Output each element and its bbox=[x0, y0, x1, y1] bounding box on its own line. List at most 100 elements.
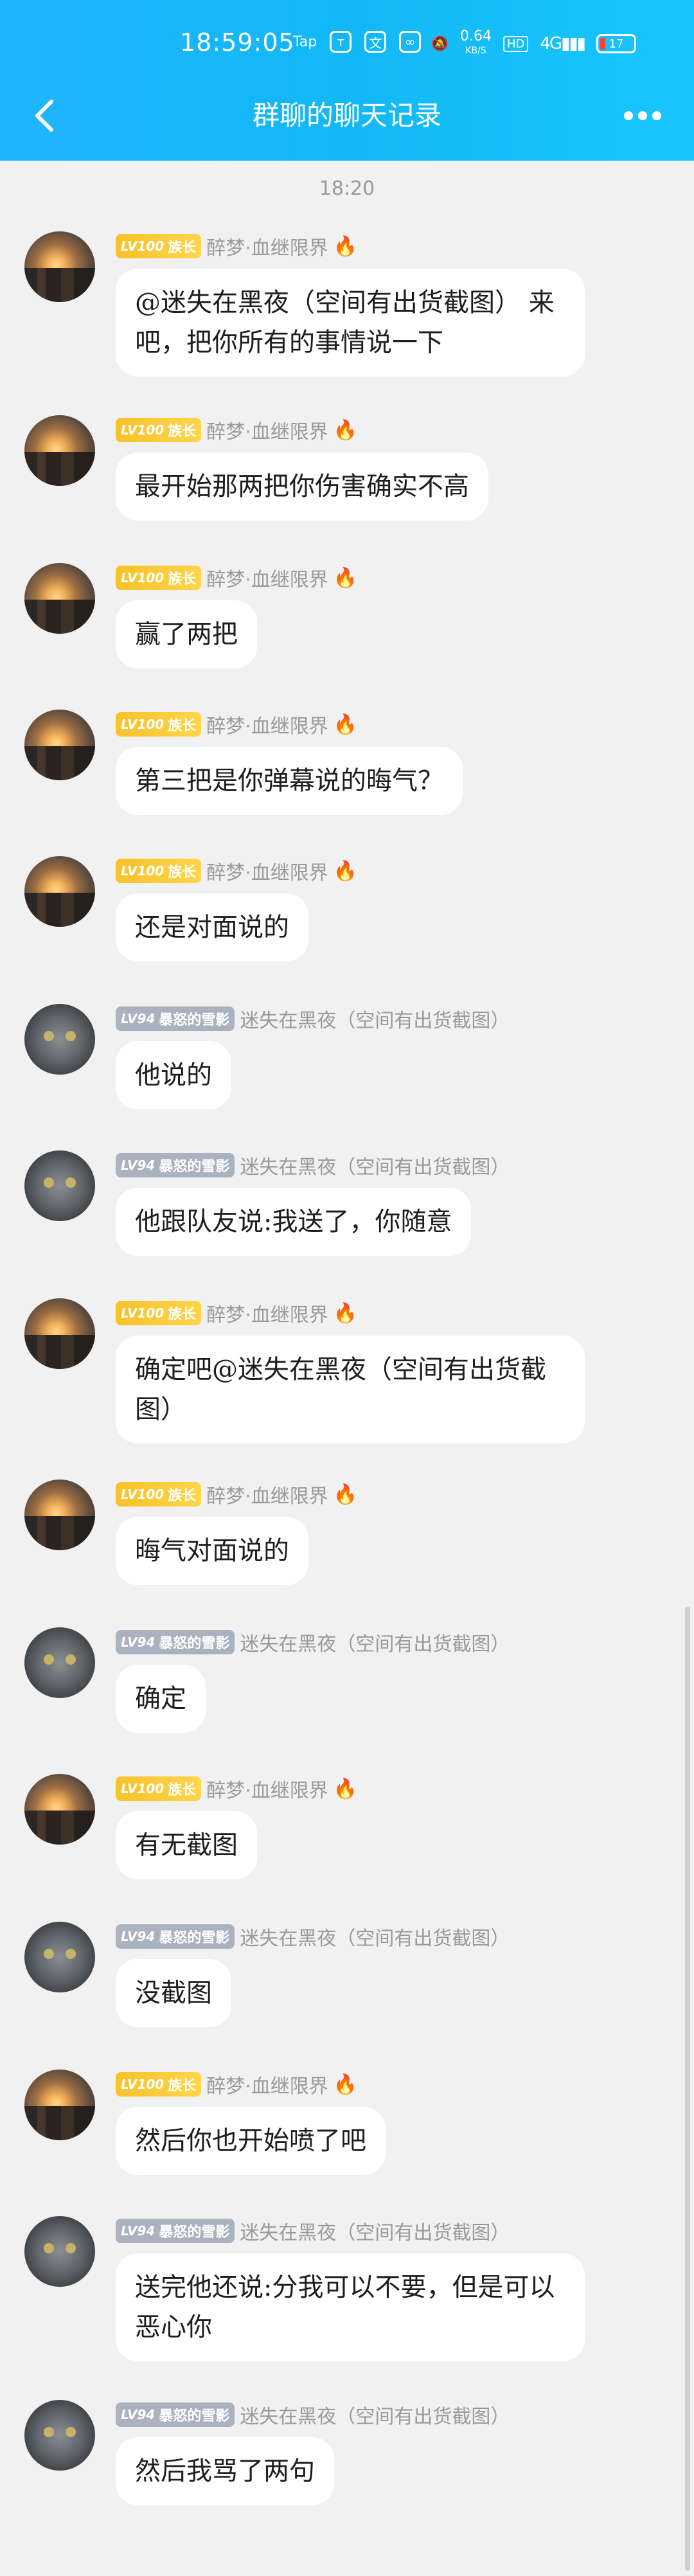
avatar[interactable] bbox=[24, 1627, 95, 1698]
avatar[interactable] bbox=[24, 2216, 95, 2287]
message-meta: LV100 族长 醉梦·血继限界 🔥 bbox=[116, 415, 357, 445]
level-badge: LV94 暴怒的雪影 bbox=[116, 1006, 235, 1031]
sender-name[interactable]: 醉梦·血继限界 bbox=[206, 1480, 328, 1508]
message-meta: LV100 族长 醉梦·血继限界 🔥 bbox=[116, 710, 357, 739]
page-title: 群聊的聊天记录 bbox=[252, 100, 441, 131]
avatar[interactable] bbox=[24, 1922, 95, 1992]
sender-name[interactable]: 迷失在黑夜（空间有出货截图） bbox=[240, 1628, 510, 1656]
message-bubble[interactable]: @迷失在黑夜（空间有出货截图） 来吧，把你所有的事情说一下 bbox=[116, 269, 585, 377]
message-meta: LV100 族长 醉梦·血继限界 🔥 bbox=[116, 1480, 357, 1509]
message-meta: LV94 暴怒的雪影 迷失在黑夜（空间有出货截图） bbox=[116, 1627, 510, 1657]
sender-name[interactable]: 醉梦·血继限界 bbox=[206, 564, 328, 592]
message-meta: LV94 暴怒的雪影 迷失在黑夜（空间有出货截图） bbox=[116, 2216, 510, 2246]
level-badge: LV94 暴怒的雪影 bbox=[116, 1924, 235, 1949]
level-badge: LV94 暴怒的雪影 bbox=[116, 1153, 235, 1177]
fire-icon: 🔥 bbox=[333, 566, 358, 589]
level-badge: LV100 族长 bbox=[116, 859, 202, 883]
hd-icon: HD bbox=[503, 35, 529, 52]
sender-name[interactable]: 醉梦·血继限界 bbox=[206, 710, 328, 738]
avatar[interactable] bbox=[24, 710, 95, 780]
sender-name[interactable]: 醉梦·血继限界 bbox=[206, 1299, 328, 1327]
scrollbar[interactable] bbox=[685, 1607, 690, 2571]
message-bubble[interactable]: 送完他还说:分我可以不要，但是可以恶心你 bbox=[116, 2253, 585, 2361]
status-app-icons: Tap т 文 ∞ bbox=[293, 31, 422, 53]
sender-name[interactable]: 醉梦·血继限界 bbox=[206, 416, 328, 444]
message-meta: LV94 暴怒的雪影 迷失在黑夜（空间有出货截图） bbox=[116, 1004, 510, 1033]
level-badge: LV100 族长 bbox=[116, 1482, 202, 1507]
battery-icon: 17 bbox=[596, 34, 636, 53]
tap-icon: Tap bbox=[293, 33, 317, 50]
avatar[interactable] bbox=[24, 1150, 95, 1221]
message-bubble[interactable]: 然后你也开始喷了吧 bbox=[116, 2107, 386, 2175]
level-badge: LV100 族长 bbox=[116, 1776, 202, 1801]
chat-timestamp: 18:20 bbox=[319, 177, 375, 200]
translate-icon: 文 bbox=[364, 31, 387, 53]
sender-name[interactable]: 迷失在黑夜（空间有出货截图） bbox=[240, 1922, 510, 1951]
signal-icon: 4G▮▮▮ bbox=[540, 34, 586, 53]
message-meta: LV100 族长 醉梦·血继限界 🔥 bbox=[116, 856, 357, 886]
fire-icon: 🔥 bbox=[333, 1777, 358, 1800]
message-meta: LV100 族长 醉梦·血继限界 🔥 bbox=[116, 2070, 357, 2099]
level-badge: LV100 族长 bbox=[116, 234, 202, 258]
fire-icon: 🔥 bbox=[333, 1483, 358, 1506]
level-badge: LV100 族长 bbox=[116, 566, 202, 590]
sender-name[interactable]: 醉梦·血继限界 bbox=[206, 2070, 328, 2098]
level-badge: LV100 族长 bbox=[116, 712, 202, 737]
avatar[interactable] bbox=[24, 415, 95, 486]
level-badge: LV94 暴怒的雪影 bbox=[116, 2219, 235, 2243]
notification-icon: т bbox=[330, 31, 352, 53]
fire-icon: 🔥 bbox=[333, 1301, 358, 1325]
level-badge: LV100 族长 bbox=[116, 1301, 202, 1325]
avatar[interactable] bbox=[24, 1480, 95, 1550]
message-bubble[interactable]: 他说的 bbox=[116, 1041, 231, 1109]
avatar[interactable] bbox=[24, 856, 95, 927]
sender-name[interactable]: 迷失在黑夜（空间有出货截图） bbox=[240, 1151, 510, 1179]
status-bar: 18:59:05 Tap т 文 ∞ 🔕 0.64 KB/S HD 4G▮▮▮ … bbox=[0, 0, 694, 90]
more-button[interactable] bbox=[617, 96, 668, 135]
status-time: 18:59:05 bbox=[180, 28, 295, 57]
message-bubble[interactable]: 他跟队友说:我送了，你随意 bbox=[116, 1188, 472, 1256]
message-bubble[interactable]: 赢了两把 bbox=[116, 600, 257, 668]
avatar[interactable] bbox=[24, 1774, 95, 1845]
level-badge: LV100 族长 bbox=[116, 418, 202, 442]
avatar[interactable] bbox=[24, 1298, 95, 1369]
message-bubble[interactable]: 确定 bbox=[116, 1665, 206, 1733]
message-meta: LV100 族长 醉梦·血继限界 🔥 bbox=[116, 1298, 357, 1328]
message-meta: LV94 暴怒的雪影 迷失在黑夜（空间有出货截图） bbox=[116, 1922, 510, 1951]
avatar[interactable] bbox=[24, 2400, 95, 2471]
nav-bar: 群聊的聊天记录 bbox=[0, 77, 694, 161]
mute-icon: 🔕 bbox=[431, 35, 449, 52]
message-bubble[interactable]: 没截图 bbox=[116, 1959, 231, 2027]
link-icon: ∞ bbox=[399, 31, 422, 53]
sender-name[interactable]: 醉梦·血继限界 bbox=[206, 232, 328, 260]
message-bubble[interactable]: 最开始那两把你伤害确实不高 bbox=[116, 452, 488, 521]
fire-icon: 🔥 bbox=[333, 235, 358, 258]
top-bar: 18:59:05 Tap т 文 ∞ 🔕 0.64 KB/S HD 4G▮▮▮ … bbox=[0, 0, 694, 161]
message-bubble[interactable]: 有无截图 bbox=[116, 1811, 257, 1879]
status-system-icons: 🔕 0.64 KB/S HD 4G▮▮▮ 17 bbox=[431, 30, 636, 58]
level-badge: LV94 暴怒的雪影 bbox=[116, 2402, 235, 2427]
fire-icon: 🔥 bbox=[333, 859, 358, 882]
message-meta: LV100 族长 醉梦·血继限界 🔥 bbox=[116, 1774, 357, 1803]
sender-name[interactable]: 迷失在黑夜（空间有出货截图） bbox=[240, 1005, 510, 1033]
message-bubble[interactable]: 第三把是你弹幕说的晦气？ bbox=[116, 747, 463, 815]
net-speed: 0.64 KB/S bbox=[459, 28, 492, 57]
avatar[interactable] bbox=[24, 1004, 95, 1075]
more-icon bbox=[624, 111, 633, 120]
fire-icon: 🔥 bbox=[333, 2073, 358, 2096]
avatar[interactable] bbox=[24, 563, 95, 634]
sender-name[interactable]: 醉梦·血继限界 bbox=[206, 1775, 328, 1803]
fire-icon: 🔥 bbox=[333, 713, 358, 736]
message-bubble[interactable]: 然后我骂了两句 bbox=[116, 2437, 334, 2505]
message-bubble[interactable]: 晦气对面说的 bbox=[116, 1517, 308, 1585]
avatar[interactable] bbox=[24, 2070, 95, 2140]
sender-name[interactable]: 醉梦·血继限界 bbox=[206, 857, 328, 885]
message-bubble[interactable]: 确定吧@迷失在黑夜（空间有出货截图） bbox=[116, 1336, 585, 1444]
avatar[interactable] bbox=[24, 231, 95, 302]
message-meta: LV94 暴怒的雪影 迷失在黑夜（空间有出货截图） bbox=[116, 2400, 510, 2429]
level-badge: LV94 暴怒的雪影 bbox=[116, 1630, 235, 1654]
message-meta: LV94 暴怒的雪影 迷失在黑夜（空间有出货截图） bbox=[116, 1150, 510, 1180]
sender-name[interactable]: 迷失在黑夜（空间有出货截图） bbox=[240, 2217, 510, 2245]
message-bubble[interactable]: 还是对面说的 bbox=[116, 893, 308, 962]
sender-name[interactable]: 迷失在黑夜（空间有出货截图） bbox=[240, 2401, 510, 2429]
